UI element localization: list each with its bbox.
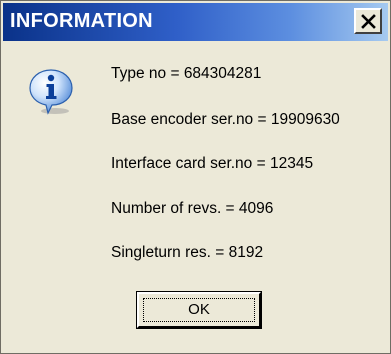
info-icon [29,69,73,115]
close-button[interactable] [354,8,382,34]
ok-button[interactable]: OK [136,291,262,329]
dialog-title: INFORMATION [10,10,153,32]
title-bar[interactable]: INFORMATION [3,3,388,41]
singleturn-res-line: Singleturn res. = 8192 [111,244,264,261]
interface-card-line: Interface card ser.no = 12345 [111,155,314,172]
type-no-line: Type no = 684304281 [111,65,262,82]
base-encoder-line: Base encoder ser.no = 19909630 [111,111,340,128]
information-dialog: INFORMATION Type no = 684304281 Base enc… [0,0,391,354]
number-of-revs-line: Number of revs. = 4096 [111,200,274,217]
close-icon [361,14,376,29]
ok-button-label: OK [188,301,210,318]
